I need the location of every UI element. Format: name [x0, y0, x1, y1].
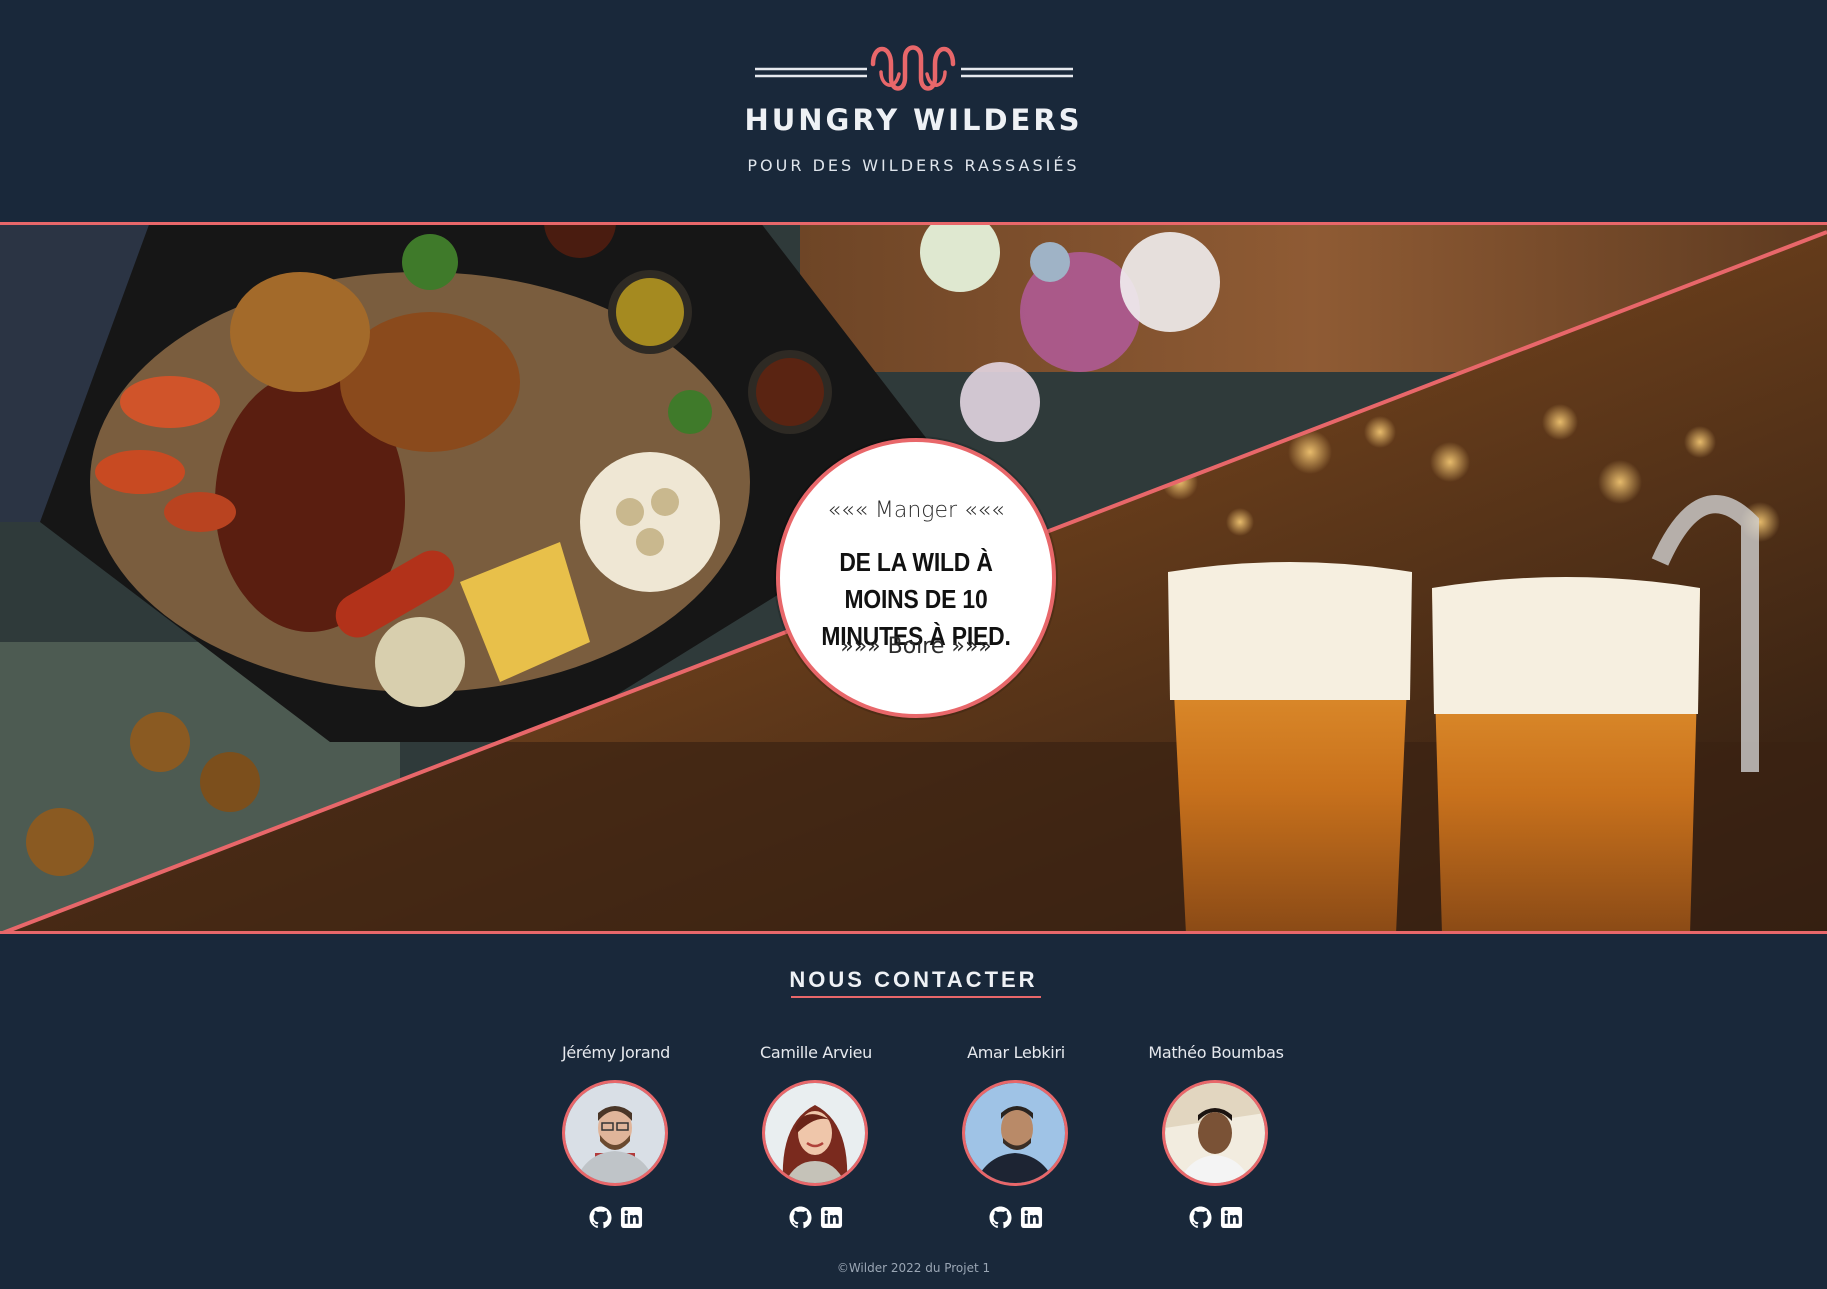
avatar: [1162, 1080, 1268, 1186]
team-member-card: Jérémy Jorand: [516, 1040, 716, 1240]
github-icon[interactable]: [989, 1206, 1012, 1229]
hero-tagline-circle: ««« Manger ««« DE LA WILD À MOINS DE 10 …: [776, 438, 1056, 718]
github-icon[interactable]: [789, 1206, 812, 1229]
brand-tagline: POUR DES WILDERS RASSASIÉS: [747, 156, 1080, 175]
linkedin-icon[interactable]: [820, 1206, 843, 1229]
member-name: Amar Lebkiri: [967, 1043, 1065, 1062]
wave-w-logo-icon[interactable]: [755, 38, 1073, 98]
member-name: Camille Arvieu: [759, 1043, 873, 1062]
avatar: [762, 1080, 868, 1186]
avatar: [562, 1080, 668, 1186]
github-icon[interactable]: [1189, 1206, 1212, 1229]
team-member-card: Camille Arvieu: [716, 1040, 916, 1240]
linkedin-icon[interactable]: [620, 1206, 643, 1229]
beer-glass-right: [1432, 577, 1700, 934]
hero-eat-label: ««« Manger «««: [827, 498, 1005, 523]
hero-drink-label: »»» Boire »»»: [840, 634, 992, 659]
brand-title: HUNGRY WILDERS: [744, 103, 1083, 137]
team-member-card: Mathéo Boumbas: [1116, 1040, 1316, 1240]
hero-banner: ««« Manger ««« DE LA WILD À MOINS DE 10 …: [0, 222, 1827, 934]
member-name: Jérémy Jorand: [561, 1043, 671, 1062]
contact-title: NOUS CONTACTER: [789, 967, 1038, 992]
linkedin-icon[interactable]: [1020, 1206, 1043, 1229]
avatar: [962, 1080, 1068, 1186]
site-header: HUNGRY WILDERS POUR DES WILDERS RASSASIÉ…: [0, 0, 1827, 222]
footer-copyright: ©Wilder 2022 du Projet 1: [836, 1261, 991, 1275]
github-icon[interactable]: [589, 1206, 612, 1229]
member-name: Mathéo Boumbas: [1148, 1043, 1284, 1062]
linkedin-icon[interactable]: [1220, 1206, 1243, 1229]
contact-title-underline: [791, 996, 1041, 998]
team-member-card: Amar Lebkiri: [916, 1040, 1116, 1240]
beer-glass-left: [1168, 562, 1412, 934]
